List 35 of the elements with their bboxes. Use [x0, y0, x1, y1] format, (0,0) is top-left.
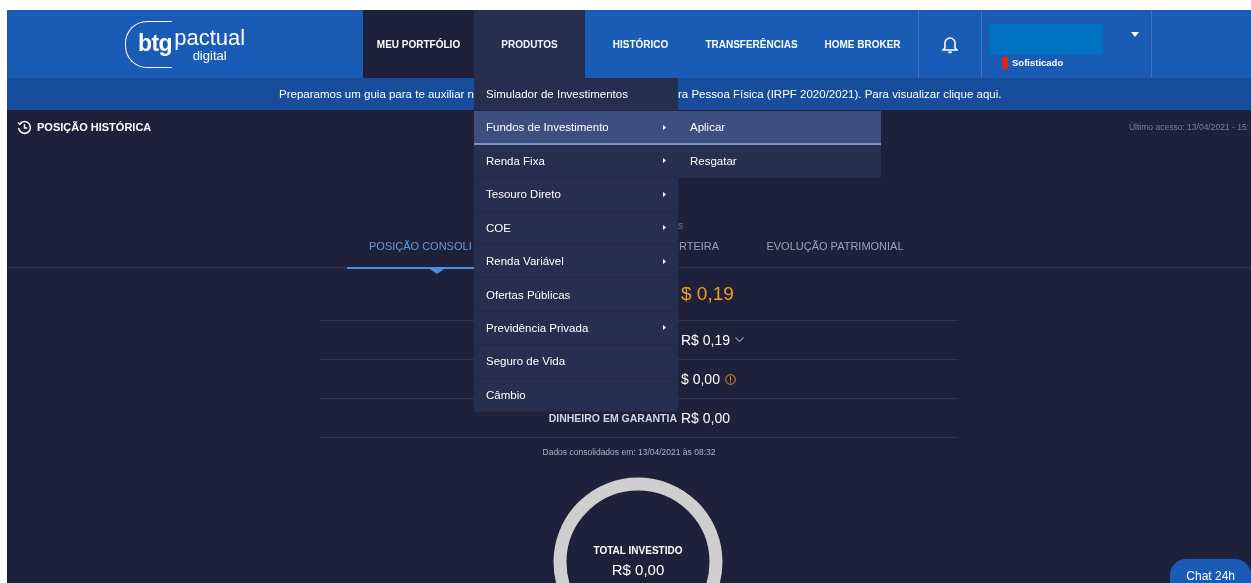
chevron-right-icon — [663, 225, 666, 231]
nav-tab[interactable]: TRANSFERÊNCIAS — [696, 10, 807, 78]
profile-tag — [1002, 56, 1008, 69]
summary-value: R$ 0,19 — [681, 332, 731, 348]
summary-value: $ 0,00 — [681, 371, 720, 387]
subtitle-text: s — [678, 220, 683, 231]
history-clock-icon[interactable] — [17, 119, 32, 135]
info-icon[interactable] — [724, 373, 736, 385]
donut-value: R$ 0,00 — [611, 561, 665, 578]
history-link[interactable]: POSIÇÃO HISTÓRICA — [37, 121, 152, 133]
chevron-right-icon — [663, 258, 666, 264]
last-access-text: Último acesso: 13/04/2021 - 15: — [1129, 122, 1249, 132]
profile-label: Sofisticado — [1012, 57, 1064, 68]
chevron-right-icon — [663, 158, 666, 164]
summary-value: $ 0,19 — [681, 283, 734, 305]
consolidated-note: Dados consolidados em: 13/04/2021 às 08:32 — [542, 447, 716, 457]
banner-text[interactable]: ra Pessoa Física (IRPF 2020/2021). Para visualizar clique aqui. — [678, 88, 1002, 100]
chevron-right-icon — [663, 191, 666, 197]
chevron-right-icon — [663, 325, 666, 331]
nav-tab[interactable]: HISTÓRICO — [585, 10, 696, 78]
chevron-right-icon — [663, 124, 666, 130]
chat-button[interactable]: Chat 24h — [1170, 559, 1251, 583]
bell-icon[interactable] — [942, 34, 958, 54]
summary-value: R$ 0,00 — [681, 410, 731, 426]
tab[interactable]: EVOLUÇÃO PATRIMONIAL — [745, 225, 925, 267]
nav-tab[interactable]: MEU PORTFÓLIO — [363, 10, 474, 78]
submenu-item[interactable]: Aplicar — [678, 111, 881, 145]
nav-tab[interactable]: HOME BROKER — [807, 10, 918, 78]
nav-tab[interactable]: PRODUTOS — [474, 10, 585, 78]
summary-label: DINHEIRO EM GARANTIA — [548, 412, 677, 424]
donut-label: TOTAL INVESTIDO — [593, 545, 683, 556]
menu-item[interactable]: Fundos de Investimento — [474, 111, 678, 145]
caret-icon[interactable] — [1131, 32, 1139, 37]
chevron-down-icon[interactable] — [735, 337, 745, 343]
banner-text: Preparamos um guia para te auxiliar n — [279, 88, 474, 100]
